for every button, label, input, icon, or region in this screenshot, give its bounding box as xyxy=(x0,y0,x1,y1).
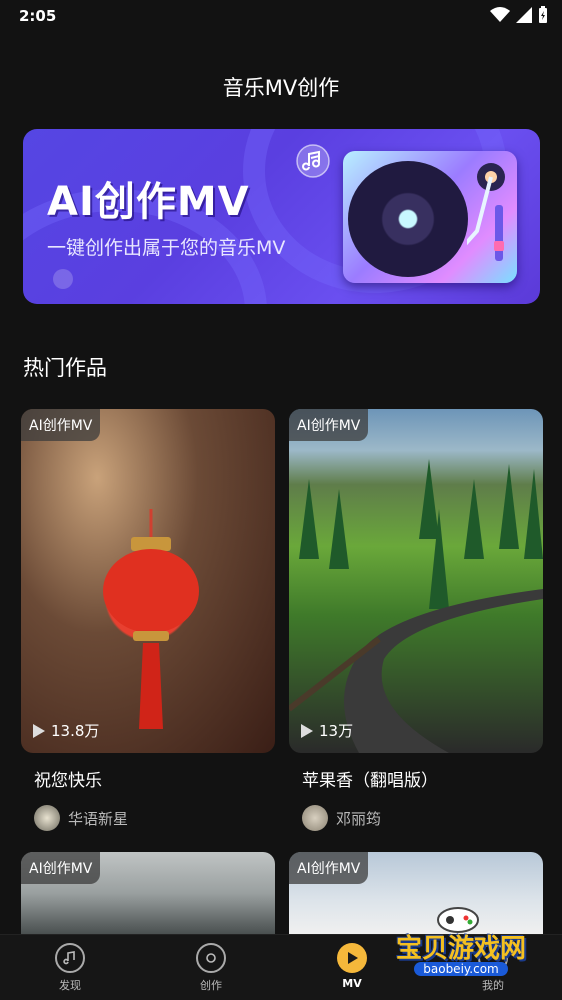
music-note-bubble-icon xyxy=(296,144,330,178)
watermark-url: baobeiy.com xyxy=(414,962,508,976)
status-icons xyxy=(490,6,548,24)
play-count-value: 13万 xyxy=(319,722,354,740)
work-thumbnail[interactable]: AI创作MV 13.8万 xyxy=(21,409,275,753)
nav-discover[interactable]: 发现 xyxy=(30,943,110,993)
turntable-illustration xyxy=(343,151,517,283)
author-name: 华语新星 xyxy=(68,809,129,828)
play-count-value: 13.8万 xyxy=(51,722,100,740)
ai-mv-banner[interactable]: AI创作MV 一键创作出属于您的音乐MV xyxy=(23,129,540,304)
banner-subtitle: 一键创作出属于您的音乐MV xyxy=(47,237,286,259)
wifi-icon xyxy=(490,7,510,22)
battery-icon xyxy=(539,6,547,23)
lantern-illustration xyxy=(103,509,199,729)
avatar xyxy=(34,805,60,831)
play-count: 13万 xyxy=(301,720,353,741)
ai-mv-tag: AI创作MV xyxy=(21,409,101,441)
play-icon xyxy=(301,723,313,738)
work-title: 祝您快乐 xyxy=(34,771,102,791)
nav-discover-label: 发现 xyxy=(59,979,81,992)
watermark-brand: 宝贝游戏网 xyxy=(395,934,526,964)
play-circle-icon xyxy=(337,943,367,973)
status-bar: 2:05 xyxy=(0,0,562,32)
watermark-logo: 宝贝游戏网 baobeiy.com xyxy=(386,904,536,984)
status-time: 2:05 xyxy=(19,7,57,25)
road-landscape-illustration xyxy=(289,459,543,753)
work-card[interactable]: AI创作MV xyxy=(21,852,275,934)
nav-mv[interactable]: MV xyxy=(312,943,392,990)
signal-icon xyxy=(516,7,532,23)
record-disc-icon xyxy=(196,943,226,973)
banner-headline: AI创作MV xyxy=(47,179,250,225)
work-card[interactable]: AI创作MV 13.8万 祝您快乐 华语新星 xyxy=(21,409,275,831)
nav-create[interactable]: 创作 xyxy=(171,943,251,993)
ai-mv-tag: AI创作MV xyxy=(21,852,101,884)
play-icon xyxy=(33,723,45,738)
ai-mv-tag: AI创作MV xyxy=(289,852,369,884)
play-count: 13.8万 xyxy=(33,720,99,741)
page-title: 音乐MV创作 xyxy=(222,76,340,100)
vinyl-record-icon xyxy=(348,161,468,277)
author-name: 邓丽筠 xyxy=(336,809,382,828)
work-author[interactable]: 华语新星 xyxy=(34,805,275,831)
bubble-decor-icon xyxy=(53,269,73,289)
work-thumbnail[interactable]: AI创作MV 13万 xyxy=(289,409,543,753)
nav-mv-label: MV xyxy=(342,977,362,990)
music-note-icon xyxy=(55,943,85,973)
work-title: 苹果香（翻唱版） xyxy=(302,771,438,791)
tonearm-icon xyxy=(467,163,505,261)
ai-mv-tag: AI创作MV xyxy=(289,409,369,441)
work-card[interactable]: AI创作MV 13万 苹果香（翻唱版） 邓丽筠 xyxy=(289,409,543,831)
avatar xyxy=(302,805,328,831)
nav-create-label: 创作 xyxy=(200,979,222,992)
work-author[interactable]: 邓丽筠 xyxy=(302,805,543,831)
hot-works-title: 热门作品 xyxy=(23,356,107,380)
